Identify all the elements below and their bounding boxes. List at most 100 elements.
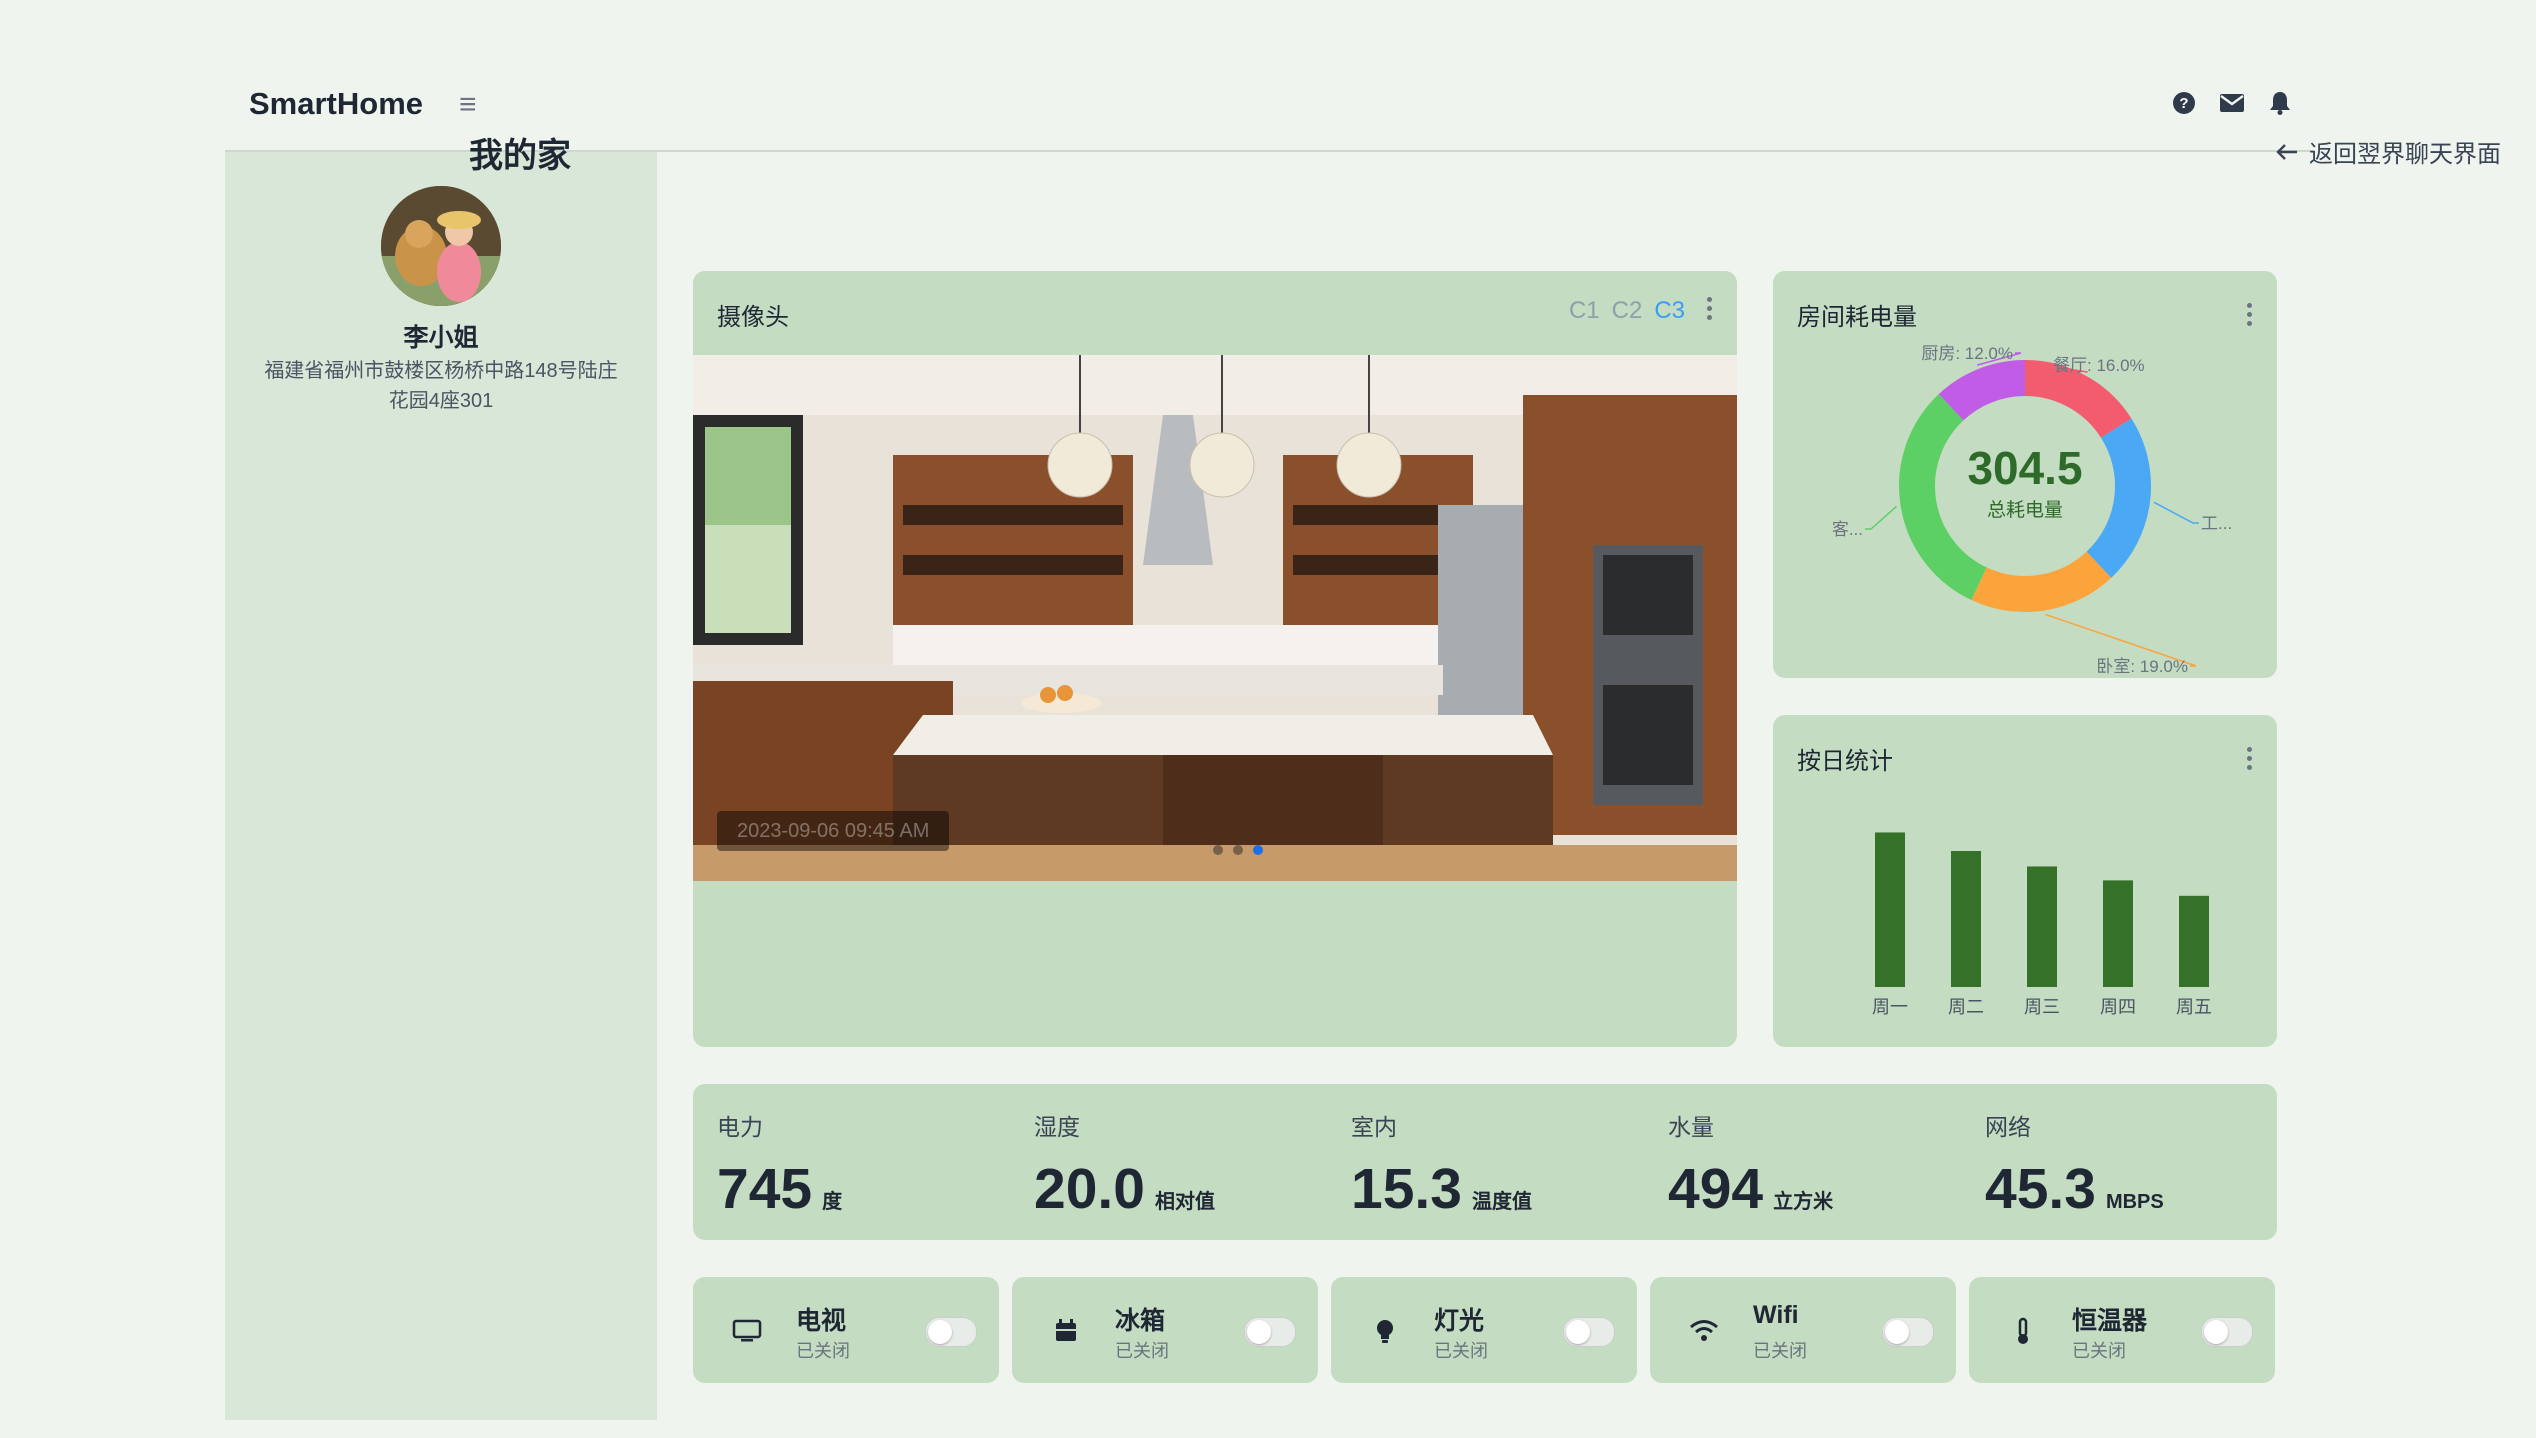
device-card-tv[interactable]: 电视 已关闭 [693,1277,999,1383]
svg-text:?: ? [2179,95,2188,112]
donut-slice[interactable] [1938,360,2026,421]
donut-slice[interactable] [1971,551,2112,612]
camera-title: 摄像头 [717,304,789,331]
device-state: 已关闭 [796,1341,850,1361]
stat-label: 水量 [1668,1114,1714,1140]
stat-value: 45.3 [1985,1157,2096,1221]
bar-category-label: 周一 [1872,997,1908,1017]
stat-unit: 度 [822,1191,843,1213]
donut-slice[interactable] [1899,394,1988,601]
mail-icon[interactable] [2219,90,2245,116]
device-name: Wifi [1753,1301,1799,1329]
bar-category-label: 周三 [2024,997,2060,1017]
donut-total-value: 304.5 [1967,442,2082,494]
stat-label: 室内 [1351,1114,1397,1140]
device-name: 恒温器 [2072,1307,2148,1335]
device-toggle[interactable] [1244,1317,1296,1347]
stat-value: 20.0 [1034,1157,1145,1221]
bar-category-label: 周五 [2176,997,2212,1017]
bulb-icon [1377,1320,1393,1343]
stat-label: 湿度 [1034,1114,1080,1140]
stat-unit: 温度值 [1471,1191,1532,1213]
brand-logo[interactable]: SmartHome [249,86,423,122]
stat-value: 15.3 [1351,1157,1462,1221]
stat-value: 745 [717,1157,813,1221]
fridge-icon [1056,1319,1076,1341]
camera-tab-c3[interactable]: C3 [1654,297,1685,325]
stat-unit: MBPS [2105,1191,2164,1213]
stat-value: 494 [1668,1157,1764,1221]
camera-tabs: C1 C2 C3 [1569,297,1685,325]
back-link-label: 返回翌界聊天界面 [2309,141,2501,168]
donut-leader-line [1865,505,1898,530]
energy-donut-chart: 餐厅: 16.0% 工... 卧室: 19.0% 客... 厨房: 12.0% 304.5… [1832,344,2232,676]
wifi-icon [1690,1320,1718,1341]
avatar[interactable] [381,186,501,306]
device-toggle[interactable] [1563,1317,1615,1347]
device-state: 已关闭 [1434,1341,1488,1361]
device-card-wifi[interactable]: Wifi 已关闭 [1650,1277,1956,1383]
stat-network: 网络 45.3 MBPS [1985,1108,2164,1222]
donut-label: 卧室: 19.0% [2096,657,2188,676]
bar-category-label: 周二 [1948,997,1984,1017]
device-card-thermostat[interactable]: 恒温器 已关闭 [1969,1277,2275,1383]
device-name: 冰箱 [1115,1307,1166,1335]
stat-label: 电力 [717,1114,763,1140]
donut-slice[interactable] [2024,360,2132,439]
stat-power: 电力 745 度 [717,1108,842,1222]
camera-tab-c2[interactable]: C2 [1612,297,1643,325]
bell-icon[interactable] [2267,90,2293,116]
bar[interactable] [2179,895,2209,987]
camera-pager [1213,845,1263,855]
top-icon-group: ? [2171,90,2293,116]
donut-leader-line [2153,501,2199,524]
stat-label: 网络 [1985,1114,2031,1140]
camera-timestamp: 2023-09-06 09:45 AM [717,811,950,851]
stat-unit: 立方米 [1773,1191,1834,1213]
sidebar: 李小姐 福建省福州市鼓楼区杨桥中路148号陆庄花园4座301 [225,152,657,1420]
stat-water: 水量 494 立方米 [1668,1108,1833,1222]
stat-humidity: 湿度 20.0 相对值 [1034,1108,1215,1222]
donut-label: 工... [2201,514,2232,533]
bar[interactable] [1951,851,1981,987]
donut-label: 餐厅: 16.0% [2053,356,2145,375]
bar-category-label: 周四 [2100,997,2136,1017]
pager-dot-active[interactable] [1253,845,1263,855]
stat-indoor: 室内 15.3 温度值 [1351,1108,1532,1222]
camera-card: 摄像头 C1 C2 C3 2023-09-06 09:45 AM [693,271,1737,1047]
donut-slice[interactable] [2086,418,2151,578]
arrow-left-icon [2276,143,2297,160]
camera-menu-icon[interactable] [1707,297,1713,324]
stat-unit: 相对值 [1154,1191,1215,1213]
daily-bar-chart: 周一 周二 周三 周四 周五 [1872,832,2212,1017]
device-card-fridge[interactable]: 冰箱 已关闭 [1012,1277,1318,1383]
donut-label: 客... [1832,520,1863,539]
help-icon[interactable]: ? [2171,90,2197,116]
device-toggle[interactable] [925,1317,977,1347]
device-toggle[interactable] [2201,1317,2253,1347]
device-state: 已关闭 [1115,1341,1169,1361]
tv-icon [732,1319,762,1342]
hamburger-icon[interactable]: ≡ [459,88,477,122]
device-card-light[interactable]: 灯光 已关闭 [1331,1277,1637,1383]
user-name: 李小姐 [403,324,479,352]
device-toggle[interactable] [1882,1317,1934,1347]
daily-card: 按日统计 周一 周二 周三 周四 周五 [1773,715,2277,1047]
device-name: 灯光 [1434,1307,1485,1335]
energy-card: 房间耗电量 餐厅: 16.0% 工... 卧室: 19.0% 客... 厨房: 12.0… [1773,271,2277,678]
pager-dot[interactable] [1213,845,1223,855]
device-name: 电视 [796,1307,847,1335]
back-link[interactable]: 返回翌界聊天界面 [2275,134,2501,169]
camera-tab-c1[interactable]: C1 [1569,297,1600,325]
device-state: 已关闭 [2072,1341,2126,1361]
page-title: 我的家 [469,137,571,175]
donut-total-label: 总耗电量 [1987,499,2063,521]
bar[interactable] [1875,832,1905,987]
kitchen-image [693,355,1737,881]
bar[interactable] [2027,866,2057,987]
pager-dot[interactable] [1233,845,1243,855]
stats-card: 电力 745 度 湿度 20.0 相对值 室内 15.3 温度值 水量 494 立方米 … [693,1084,2277,1240]
bar[interactable] [2103,880,2133,987]
camera-feed[interactable]: 2023-09-06 09:45 AM [693,355,1737,881]
user-address: 福建省福州市鼓楼区杨桥中路148号陆庄花园4座301 [264,360,618,412]
